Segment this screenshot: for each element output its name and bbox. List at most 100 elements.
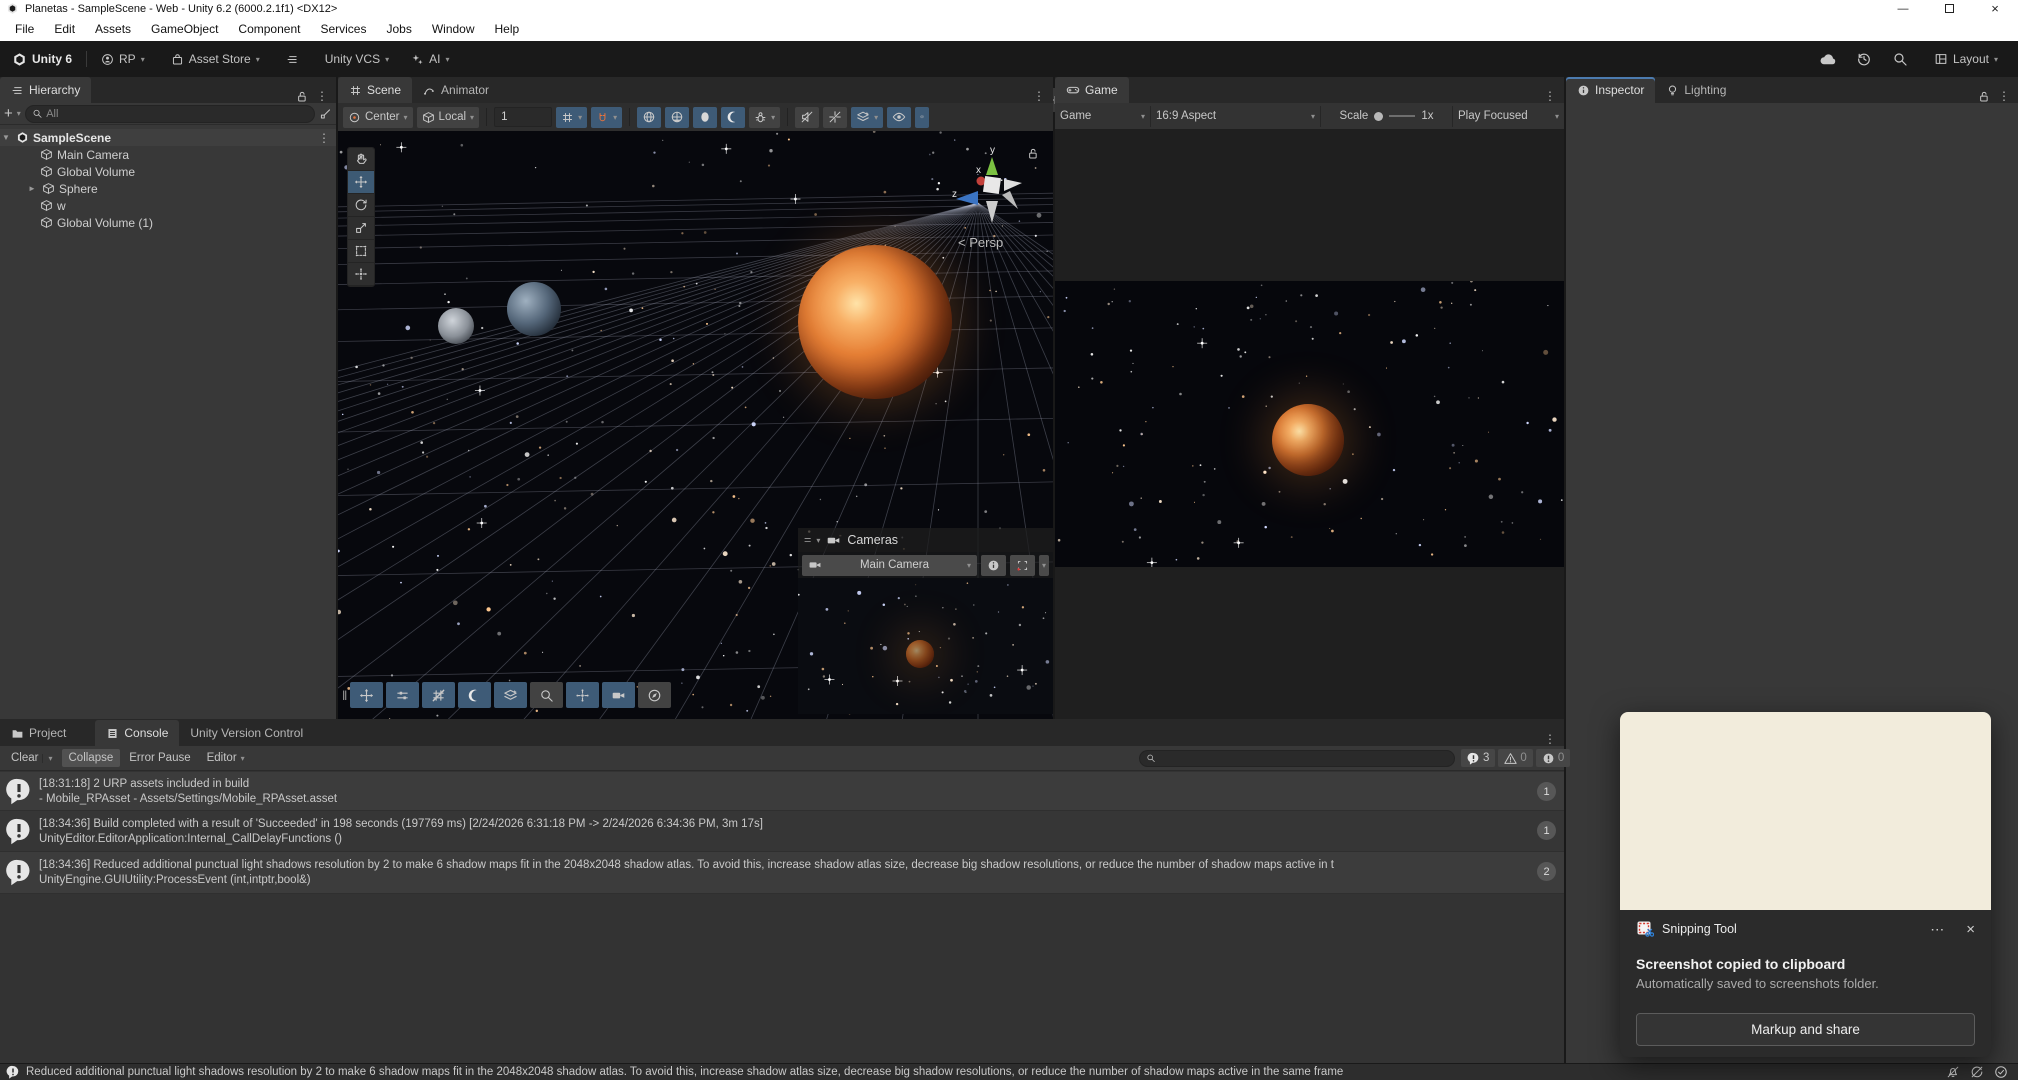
window-list-button[interactable] [280,49,305,70]
planet-dark-sphere[interactable] [507,282,561,336]
axis-cone-down[interactable] [986,201,998,223]
check-circle-icon[interactable] [1994,1065,2008,1079]
axis-z-cone[interactable] [956,191,978,205]
effects-toggle-button[interactable] [823,107,847,128]
undo-history-icon[interactable] [1856,51,1872,67]
overlay-camera-button[interactable] [602,682,635,708]
menu-help[interactable]: Help [486,19,529,39]
overlay-properties-button[interactable] [386,682,419,708]
planet-fiery-large[interactable] [798,245,952,399]
hierarchy-item-main-camera[interactable]: Main Camera [0,146,336,163]
asset-store-dropdown[interactable]: Asset Store▾ [165,48,266,70]
projection-label[interactable]: < Persp [958,235,1003,250]
overlay-center-button[interactable] [566,682,599,708]
notification-close-icon[interactable]: × [1966,921,1975,938]
focus-mode-dropdown[interactable]: Play Focused▾ [1453,106,1564,127]
tab-scene[interactable]: Scene [338,77,412,103]
camera-info-button[interactable] [981,555,1006,576]
move-tool[interactable] [348,171,374,194]
console-error-pause-toggle[interactable]: Error Pause [122,749,197,767]
drag-handle-icon[interactable]: = [804,533,810,547]
drag-handle-icon[interactable]: ‖ [342,688,347,703]
kebab-menu-icon[interactable]: ⋮ [318,131,336,145]
kebab-menu-icon[interactable]: ⋮ [1033,89,1045,103]
menu-assets[interactable]: Assets [86,19,140,39]
planet-gray-sphere[interactable] [438,308,474,344]
menu-gameobject[interactable]: GameObject [142,19,227,39]
axis-cone-back[interactable] [1002,191,1018,209]
search-icon[interactable] [1892,51,1908,67]
scene-viewport[interactable]: y x z < Persp = ▾ Cameras Main [338,131,1053,719]
tab-unity-version-control[interactable]: Unity Version Control [179,720,314,746]
hierarchy-search-input[interactable] [46,108,308,120]
tab-console[interactable]: Console [95,720,179,746]
rect-tool[interactable] [348,240,374,263]
chevron-down-icon[interactable]: ▾ [17,109,21,118]
menu-jobs[interactable]: Jobs [377,19,420,39]
sync-muted-icon[interactable] [1970,1065,1984,1079]
console-editor-dropdown[interactable]: Editor▾ [200,749,252,767]
hierarchy-item-global-volume-1[interactable]: Global Volume (1) [0,214,336,231]
tool-handle-position-dropdown[interactable]: Center▾ [343,107,413,128]
tool-handle-rotation-dropdown[interactable]: Local▾ [417,107,480,128]
foldout-closed-icon[interactable]: ► [26,184,38,193]
layout-dropdown[interactable]: Layout▾ [1928,48,2004,70]
markup-and-share-button[interactable]: Markup and share [1636,1013,1975,1046]
menu-edit[interactable]: Edit [45,19,84,39]
collapse-chevron-icon[interactable]: ▾ [816,536,820,545]
overlay-skybox-button[interactable] [458,682,491,708]
overlay-move-button[interactable] [350,682,383,708]
audio-toggle-button[interactable] [795,107,819,128]
log-count-toggle[interactable]: 3 [1461,749,1495,767]
kebab-menu-icon[interactable]: ⋮ [316,89,328,103]
scale-tool[interactable] [348,217,374,240]
status-bar[interactable]: Reduced additional punctual light shadow… [0,1063,2018,1080]
draw-mode-button[interactable] [637,107,661,128]
scene-lighting-button[interactable] [665,107,689,128]
console-message-row[interactable]: [18:34:36] Reduced additional punctual l… [0,852,1564,894]
close-button[interactable]: × [1972,0,2018,17]
lock-icon[interactable] [1977,90,1990,103]
camera-select-dropdown[interactable]: Main Camera ▾ [802,555,977,576]
hierarchy-search[interactable] [25,105,315,123]
menu-file[interactable]: File [6,19,43,39]
unity-vcs-dropdown[interactable]: Unity VCS▾ [319,48,395,70]
notifications-muted-icon[interactable] [1946,1065,1960,1079]
status-message[interactable]: Reduced additional punctual light shadow… [26,1066,1343,1078]
transform-tool[interactable] [348,263,374,286]
kebab-menu-icon[interactable]: ⋮ [1544,732,1556,746]
screenshot-preview[interactable] [1620,712,1991,910]
snap-settings-button[interactable]: ▾ [591,107,622,128]
console-collapse-toggle[interactable]: Collapse [62,749,121,767]
tab-lighting[interactable]: Lighting [1655,77,1737,103]
fog-toggle-button[interactable] [721,107,745,128]
rotate-tool[interactable] [348,194,374,217]
scale-slider[interactable]: Scale 1x [1321,106,1453,127]
tab-project[interactable]: Project [0,720,77,746]
kebab-menu-icon[interactable]: ⋮ [1544,89,1556,103]
kebab-menu-icon[interactable]: ⋮ [1998,89,2010,103]
scene-picker-icon[interactable] [319,107,332,120]
notification-more-icon[interactable]: ⋯ [1930,921,1944,938]
cloud-services-icon[interactable] [1819,51,1836,68]
unity-version-button[interactable]: Unity 6 [6,48,78,71]
camera-settings-button[interactable] [915,107,929,128]
gizmo-center-cube[interactable] [983,176,1001,194]
display-dropdown[interactable]: Game▾ [1055,106,1151,127]
skybox-toggle-button[interactable] [693,107,717,128]
hierarchy-item-w[interactable]: w [0,197,336,214]
tab-inspector[interactable]: Inspector [1566,77,1655,103]
hierarchy-item-sphere[interactable]: ► Sphere [0,180,336,197]
view-hand-tool[interactable] [348,148,374,171]
scene-visibility-button[interactable] [887,107,911,128]
overlay-probes-button[interactable] [494,682,527,708]
camera-frame-button[interactable] [1010,555,1035,576]
warning-count-toggle[interactable]: 0 [1498,749,1532,767]
chevron-down-icon[interactable]: ▾ [42,754,52,763]
hierarchy-root-scene[interactable]: ▼ SampleScene ⋮ [0,129,336,146]
console-search[interactable] [1139,750,1455,767]
menu-component[interactable]: Component [229,19,309,39]
console-message-row[interactable]: [18:34:36] Build completed with a result… [0,811,1564,852]
axis-cone-right[interactable] [1004,179,1022,191]
axis-y-cone[interactable] [986,157,998,175]
